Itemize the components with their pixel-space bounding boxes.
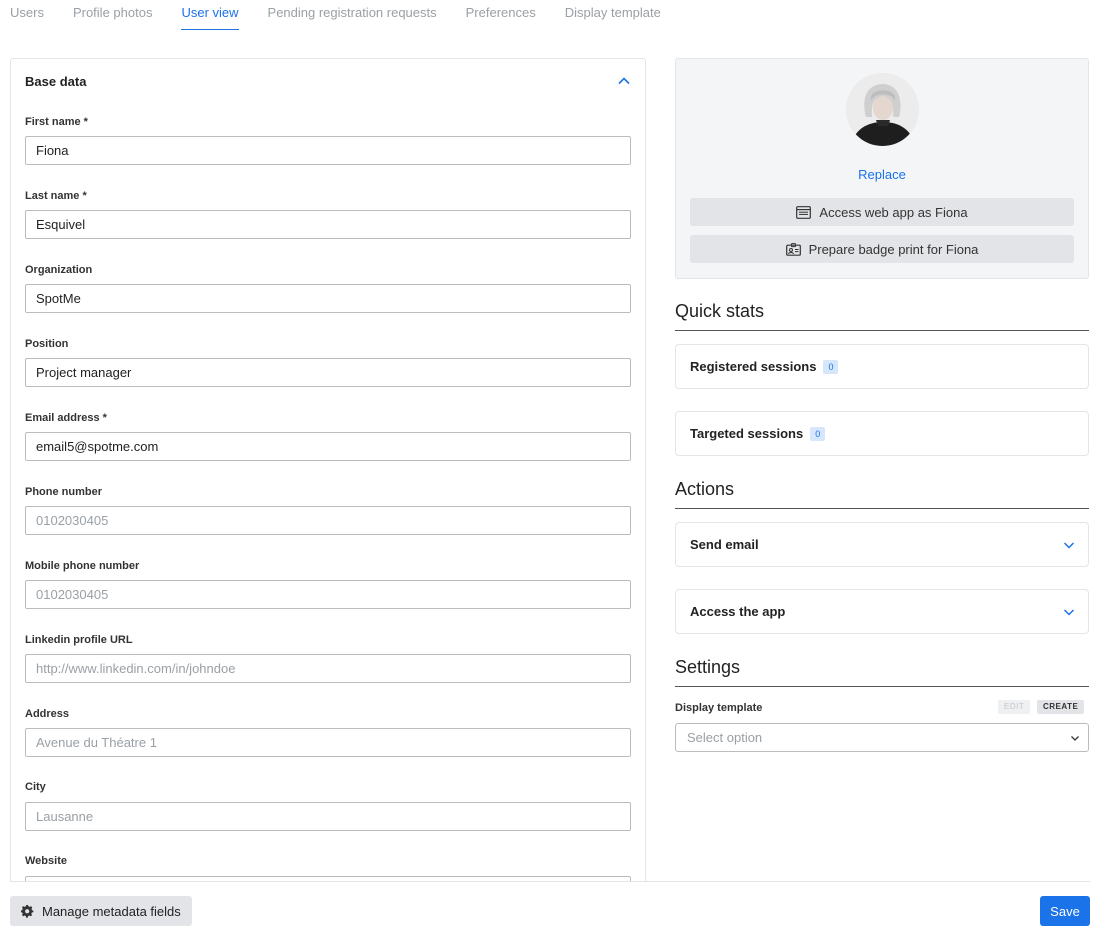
access-web-app-button[interactable]: Access web app as Fiona [690,198,1074,226]
actions-title: Actions [675,479,1089,509]
tab-preferences[interactable]: Preferences [466,0,536,30]
targeted-sessions-label: Targeted sessions [690,426,804,441]
email-label: Email address * [25,412,107,424]
base-data-panel: Base data First name * Last name * Organ… [10,58,646,882]
registered-sessions-count-badge: 0 [823,359,839,374]
gear-icon [21,904,34,918]
registered-sessions-label: Registered sessions [690,359,817,374]
prepare-badge-print-label: Prepare badge print for Fiona [808,241,979,257]
settings-title: Settings [675,657,1089,687]
city-input[interactable] [25,802,631,831]
access-web-app-label: Access web app as Fiona [819,204,968,220]
chevron-down-icon [1071,736,1079,741]
tab-profile-photos[interactable]: Profile photos [73,0,153,30]
phone-input[interactable] [25,506,631,535]
access-the-app-label: Access the app [690,604,786,619]
last-name-label: Last name * [25,190,87,202]
replace-photo-link[interactable]: Replace [676,167,1088,182]
quick-stats-title: Quick stats [675,301,1089,331]
linkedin-input[interactable] [25,654,631,683]
chevron-down-icon [1063,542,1075,549]
save-button[interactable]: Save [1040,896,1090,926]
chevron-up-icon[interactable] [617,74,631,88]
profile-card: Replace Access web app as Fiona Prepare … [675,58,1089,279]
email-input[interactable] [25,432,631,461]
user-photo-icon [846,73,919,146]
targeted-sessions-count-badge: 0 [810,426,826,441]
tab-user-view[interactable]: User view [181,0,239,30]
send-email-label: Send email [690,537,759,552]
edit-template-button[interactable]: EDIT [998,700,1031,714]
first-name-label: First name * [25,116,88,128]
base-data-title: Base data [25,74,87,89]
linkedin-label: Linkedin profile URL [25,634,133,646]
tab-display-template[interactable]: Display template [565,0,661,30]
tab-pending-registration-requests[interactable]: Pending registration requests [268,0,437,30]
avatar [846,73,919,146]
display-template-select[interactable]: Select option [675,723,1089,752]
first-name-input[interactable] [25,136,631,165]
access-the-app-accordion[interactable]: Access the app [675,589,1089,634]
phone-label: Phone number [25,486,103,498]
display-template-label: Display template [675,702,763,714]
position-label: Position [25,338,69,350]
position-input[interactable] [25,358,631,387]
website-label: Website [25,855,67,867]
select-placeholder: Select option [687,730,763,745]
send-email-accordion[interactable]: Send email [675,522,1089,567]
browser-window-icon [796,205,812,219]
prepare-badge-print-button[interactable]: Prepare badge print for Fiona [690,235,1074,263]
chevron-down-icon [1063,609,1075,616]
address-input[interactable] [25,728,631,757]
manage-metadata-fields-button[interactable]: Manage metadata fields [10,896,192,926]
id-badge-icon [785,242,801,256]
address-label: Address [25,708,70,720]
targeted-sessions-box[interactable]: Targeted sessions 0 [675,411,1089,456]
footer-divider [10,881,1090,882]
manage-metadata-fields-label: Manage metadata fields [42,903,181,919]
last-name-input[interactable] [25,210,631,239]
organization-input[interactable] [25,284,631,313]
registered-sessions-box[interactable]: Registered sessions 0 [675,344,1089,389]
tab-bar: Users Profile photos User view Pending r… [10,0,690,30]
tab-users[interactable]: Users [10,0,44,30]
city-label: City [25,781,46,793]
organization-label: Organization [25,264,93,276]
mobile-phone-input[interactable] [25,580,631,609]
mobile-phone-label: Mobile phone number [25,560,140,572]
create-template-button[interactable]: CREATE [1037,700,1085,714]
